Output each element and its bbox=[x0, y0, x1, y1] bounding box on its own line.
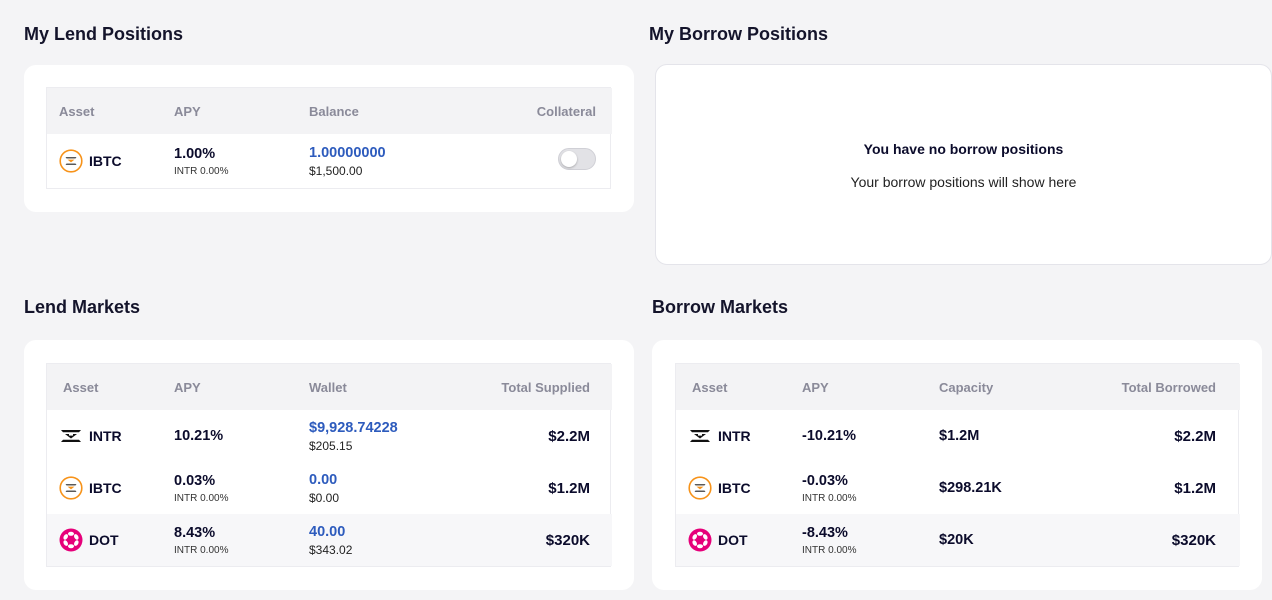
borrow-markets-table: Asset APY Capacity Total Borrowed INTR -… bbox=[675, 363, 1240, 567]
borrow-positions-title: My Borrow Positions bbox=[649, 24, 829, 44]
lend-positions-title: My Lend Positions bbox=[24, 24, 184, 44]
total-borrowed-value: $1.2M bbox=[1174, 479, 1216, 497]
wallet-value: $9,928.74228 bbox=[309, 419, 398, 436]
capacity-value: $298.21K bbox=[939, 480, 1002, 496]
lend-markets-table: Asset APY Wallet Total Supplied INTR 10.… bbox=[46, 363, 612, 567]
table-row[interactable]: DOT 8.43% INTR 0.00% 40.00 $343.02 $320K bbox=[47, 514, 612, 566]
table-row[interactable]: INTR 10.21% $9,928.74228 $205.15 $2.2M bbox=[47, 410, 612, 462]
column-header-capacity: Capacity bbox=[939, 379, 994, 395]
apy-reward: INTR 0.00% bbox=[174, 492, 229, 504]
wallet-value: 0.00 bbox=[309, 471, 338, 488]
wallet-usd: $343.02 bbox=[309, 542, 353, 557]
apy-value: 0.03% bbox=[174, 472, 216, 489]
ibtc-icon bbox=[59, 149, 83, 173]
capacity-value: $20K bbox=[939, 532, 974, 548]
total-supplied-value: $1.2M bbox=[548, 479, 590, 497]
apy-reward: INTR 0.00% bbox=[174, 544, 229, 556]
borrow-markets-card: Asset APY Capacity Total Borrowed INTR -… bbox=[652, 340, 1262, 590]
capacity-value: $1.2M bbox=[939, 428, 980, 444]
column-header-collateral: Collateral bbox=[536, 103, 596, 119]
borrow-markets-title: Borrow Markets bbox=[652, 297, 789, 317]
lend-positions-table: Asset APY Balance Collateral IBTC 1.00% I… bbox=[46, 87, 612, 189]
apy-value: -10.21% bbox=[802, 428, 857, 444]
wallet-usd: $0.00 bbox=[309, 490, 340, 505]
table-row[interactable]: IBTC 1.00% INTR 0.00% 1.00000000 $1,500.00 bbox=[47, 134, 612, 188]
lend-positions-card: Asset APY Balance Collateral IBTC 1.00% I… bbox=[24, 65, 634, 212]
column-header-asset: Asset bbox=[692, 379, 728, 395]
borrow-positions-card: You have no borrow positions Your borrow… bbox=[655, 64, 1272, 265]
asset-name: IBTC bbox=[718, 480, 751, 496]
column-header-apy: APY bbox=[802, 379, 829, 395]
asset-name: DOT bbox=[718, 532, 748, 548]
ibtc-icon bbox=[688, 476, 712, 500]
total-borrowed-value: $320K bbox=[1171, 531, 1216, 549]
lend-markets-card: Asset APY Wallet Total Supplied INTR 10.… bbox=[24, 340, 634, 590]
empty-state-subtitle: Your borrow positions will show here bbox=[850, 174, 1077, 190]
column-header-wallet: Wallet bbox=[309, 379, 347, 395]
apy-reward: INTR 0.00% bbox=[802, 492, 857, 504]
apy-value: 10.21% bbox=[174, 428, 224, 444]
apy-reward: INTR 0.00% bbox=[174, 165, 229, 177]
apy-reward: INTR 0.00% bbox=[802, 544, 857, 556]
column-header-balance: Balance bbox=[309, 103, 359, 119]
ibtc-icon bbox=[59, 476, 83, 500]
asset-name: IBTC bbox=[89, 153, 122, 169]
dot-icon bbox=[59, 528, 83, 552]
asset-name: INTR bbox=[89, 428, 122, 444]
total-supplied-value: $320K bbox=[545, 531, 590, 549]
collateral-toggle[interactable] bbox=[558, 148, 596, 170]
table-row[interactable]: IBTC 0.03% INTR 0.00% 0.00 $0.00 $1.2M bbox=[47, 462, 612, 514]
column-header-apy: APY bbox=[174, 379, 201, 395]
table-row[interactable]: DOT -8.43% INTR 0.00% $20K $320K bbox=[676, 514, 1240, 566]
asset-name: IBTC bbox=[89, 480, 122, 496]
toggle-knob bbox=[561, 151, 577, 167]
intr-icon bbox=[688, 424, 712, 448]
asset-name: INTR bbox=[718, 428, 751, 444]
apy-value: -8.43% bbox=[802, 524, 848, 541]
column-header-total-supplied: Total Supplied bbox=[501, 379, 590, 395]
column-header-total-borrowed: Total Borrowed bbox=[1121, 379, 1216, 395]
empty-state-title: You have no borrow positions bbox=[863, 141, 1064, 157]
column-header-asset: Asset bbox=[63, 379, 99, 395]
table-row[interactable]: INTR -10.21% $1.2M $2.2M bbox=[676, 410, 1240, 462]
balance-value: 1.00000000 bbox=[309, 144, 386, 161]
wallet-usd: $205.15 bbox=[309, 438, 353, 453]
lend-markets-title: Lend Markets bbox=[24, 297, 141, 317]
apy-value: 1.00% bbox=[174, 145, 216, 162]
table-row[interactable]: IBTC -0.03% INTR 0.00% $298.21K $1.2M bbox=[676, 462, 1240, 514]
dot-icon bbox=[688, 528, 712, 552]
column-header-asset: Asset bbox=[59, 103, 95, 119]
asset-name: DOT bbox=[89, 532, 119, 548]
intr-icon bbox=[59, 424, 83, 448]
total-supplied-value: $2.2M bbox=[548, 427, 590, 445]
apy-value: 8.43% bbox=[174, 524, 216, 541]
column-header-apy: APY bbox=[174, 103, 201, 119]
apy-value: -0.03% bbox=[802, 472, 848, 489]
balance-usd: $1,500.00 bbox=[309, 163, 363, 178]
wallet-value: 40.00 bbox=[309, 523, 346, 540]
total-borrowed-value: $2.2M bbox=[1174, 427, 1216, 445]
